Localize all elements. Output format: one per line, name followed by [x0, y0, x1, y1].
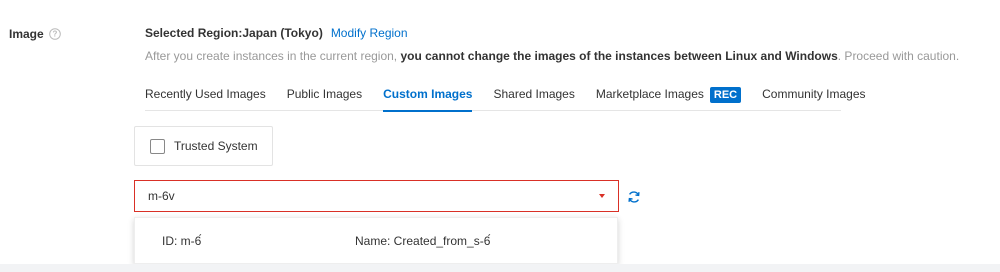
- rec-badge: REC: [709, 87, 742, 103]
- trusted-system-option[interactable]: Trusted System: [134, 126, 273, 166]
- tab-label: Shared Images: [493, 87, 575, 101]
- modify-region-link[interactable]: Modify Region: [331, 26, 408, 40]
- trusted-system-checkbox[interactable]: [150, 138, 165, 154]
- tab-marketplace-images[interactable]: Marketplace Images REC: [595, 81, 742, 111]
- image-option-id: ID: m-6́: [162, 234, 202, 248]
- image-label-text: Image: [9, 27, 44, 41]
- image-dropdown-list: ID: m-6́ Name: Created_from_s-6́: [134, 217, 618, 264]
- tab-label: Marketplace Images: [595, 87, 704, 101]
- caution-bold: you cannot change the images of the inst…: [400, 49, 838, 63]
- image-select-input[interactable]: m-6v: [134, 180, 619, 212]
- tab-label: Custom Images: [383, 87, 473, 101]
- tab-community-images[interactable]: Community Images: [762, 81, 865, 111]
- tab-label: Recently Used Images: [145, 87, 266, 101]
- image-field-label: Image ?: [9, 27, 61, 41]
- region-line: Selected Region:Japan (Tokyo) Modify Reg…: [145, 26, 408, 40]
- image-select-value: m-6v: [148, 189, 175, 203]
- tab-recently-used-images[interactable]: Recently Used Images: [145, 81, 266, 111]
- svg-text:?: ?: [52, 30, 57, 39]
- caret-down-icon[interactable]: [599, 194, 605, 198]
- page-footer-strip: [0, 264, 1000, 272]
- tab-label: Public Images: [286, 87, 363, 101]
- caution-suffix: . Proceed with caution.: [837, 49, 960, 63]
- question-circle-icon[interactable]: ?: [48, 28, 61, 40]
- trusted-system-label: Trusted System: [174, 139, 258, 153]
- selected-region-text: Selected Region:Japan (Tokyo): [145, 26, 323, 40]
- caution-prefix: After you create instances in the curren…: [145, 49, 401, 63]
- refresh-icon[interactable]: [627, 190, 641, 204]
- tab-label: Community Images: [762, 87, 866, 101]
- caution-text: After you create instances in the curren…: [145, 49, 959, 63]
- tab-public-images[interactable]: Public Images: [287, 81, 362, 111]
- tab-shared-images[interactable]: Shared Images: [493, 81, 574, 111]
- image-tabs: Recently Used Images Public Images Custo…: [145, 81, 866, 112]
- tab-custom-images[interactable]: Custom Images: [383, 81, 473, 112]
- image-option-name: Name: Created_from_s-6́: [355, 234, 491, 248]
- image-option[interactable]: ID: m-6́ Name: Created_from_s-6́: [135, 218, 617, 265]
